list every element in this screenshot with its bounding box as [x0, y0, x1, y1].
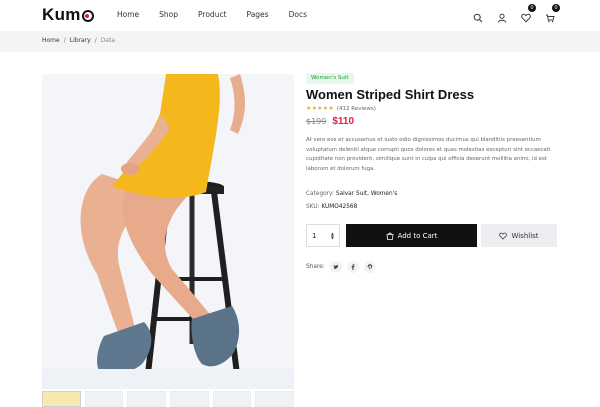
logo-text: Kum: [42, 5, 81, 24]
quantity-value[interactable]: 1: [312, 232, 316, 240]
nav-pages[interactable]: Pages: [247, 10, 269, 19]
breadcrumb-home[interactable]: Home: [42, 37, 60, 44]
header-icons: 0 0: [473, 4, 560, 23]
cart-count-badge: 0: [552, 4, 560, 12]
category-label: Category:: [306, 191, 335, 197]
nav-docs[interactable]: Docs: [289, 10, 307, 19]
wishlist-header-button[interactable]: 0: [521, 4, 536, 23]
heart-icon: [499, 232, 508, 240]
breadcrumb: Home / Library / Data: [42, 37, 115, 44]
user-icon[interactable]: [497, 8, 507, 23]
twitter-icon[interactable]: [329, 261, 342, 273]
breadcrumb-separator: /: [94, 37, 97, 44]
old-price: $199: [306, 117, 327, 126]
wishlist-label: Wishlist: [511, 231, 539, 240]
breadcrumb-bar: Home / Library / Data: [0, 31, 600, 52]
sale-price: $110: [332, 116, 355, 127]
category-value[interactable]: Salvar Suit, Women's: [336, 191, 397, 197]
sku-row: SKU: KUMO42568: [306, 204, 357, 210]
add-to-cart-label: Add to Cart: [397, 231, 438, 240]
thumbnail-3[interactable]: [127, 391, 167, 407]
nav-product[interactable]: Product: [198, 10, 226, 19]
wishlist-button[interactable]: Wishlist: [481, 224, 557, 247]
cart-header-button[interactable]: 0: [545, 4, 560, 23]
main-nav: Home Shop Product Pages Docs: [117, 10, 327, 19]
sku-label: SKU:: [306, 204, 320, 210]
thumbnail-4[interactable]: [170, 391, 209, 407]
thumbnail-6[interactable]: [255, 391, 295, 407]
add-to-cart-button[interactable]: Add to Cart: [346, 224, 477, 247]
price: $199 $110: [306, 116, 354, 127]
logo-o-mark: [81, 10, 94, 22]
pinterest-icon[interactable]: [363, 261, 376, 273]
thumbnail-5[interactable]: [212, 391, 252, 407]
facebook-icon[interactable]: [346, 261, 359, 273]
cart-bag-icon: [386, 232, 394, 240]
thumbnail-strip: [42, 391, 295, 407]
wishlist-count-badge: 0: [528, 4, 536, 12]
share-row: Share:: [306, 261, 376, 273]
product-image[interactable]: [42, 74, 294, 389]
breadcrumb-library[interactable]: Library: [70, 37, 91, 44]
cart-icon: [546, 14, 555, 23]
breadcrumb-current: Data: [100, 37, 116, 44]
star-rating: ★★★★★: [306, 105, 334, 112]
product-title: Women Striped Shirt Dress: [306, 87, 475, 102]
arrow-down-icon[interactable]: ▼: [331, 235, 334, 240]
sku-value: KUMO42568: [321, 204, 358, 210]
share-label: Share:: [306, 264, 325, 270]
category-row: Category: Salvar Suit, Women's: [306, 191, 397, 197]
product-photo: [42, 74, 294, 389]
breadcrumb-separator: /: [63, 37, 66, 44]
category-tag: Women's Suit: [306, 73, 354, 84]
thumbnail-1[interactable]: [42, 391, 81, 407]
thumbnail-2[interactable]: [84, 391, 124, 407]
review-count[interactable]: (412 Reviews): [337, 106, 376, 112]
search-icon[interactable]: [473, 8, 483, 23]
product-description: At vero eos et accusamus et iusto odio d…: [306, 137, 551, 172]
site-header: Kum Home Shop Product Pages Docs 0 0: [0, 0, 600, 30]
nav-shop[interactable]: Shop: [159, 10, 178, 19]
quantity-arrows[interactable]: ▲ ▼: [331, 231, 334, 240]
logo[interactable]: Kum: [42, 5, 94, 25]
nav-home[interactable]: Home: [117, 10, 139, 19]
rating: ★★★★★ (412 Reviews): [306, 105, 376, 112]
quantity-stepper[interactable]: 1 ▲ ▼: [306, 224, 340, 247]
heart-icon: [521, 13, 531, 23]
